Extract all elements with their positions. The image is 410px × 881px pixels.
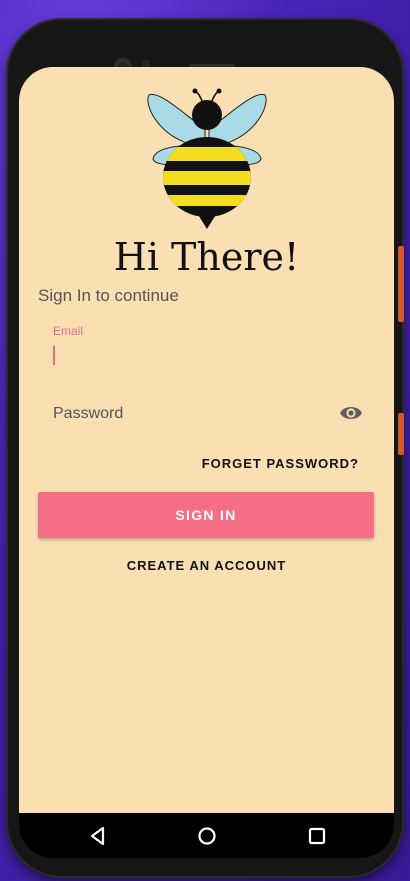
power-button — [398, 413, 404, 455]
sign-in-button[interactable]: SIGN IN — [38, 492, 374, 538]
home-circle-icon[interactable] — [196, 825, 218, 847]
android-nav-bar — [19, 813, 394, 858]
password-field[interactable] — [53, 403, 333, 425]
email-field[interactable] — [51, 344, 375, 368]
recents-square-icon[interactable] — [306, 825, 328, 847]
text-cursor — [53, 346, 55, 365]
email-field-label: Email — [53, 324, 84, 338]
page-subtitle: Sign In to continue — [38, 286, 179, 305]
create-account-link[interactable]: CREATE AN ACCOUNT — [19, 558, 394, 573]
eye-icon[interactable] — [339, 404, 363, 422]
app-screen: Hi There! Sign In to continue Email FORG… — [19, 67, 394, 813]
forget-password-link[interactable]: FORGET PASSWORD? — [199, 456, 359, 471]
page-title: Hi There! — [113, 235, 300, 279]
back-triangle-icon[interactable] — [87, 825, 109, 847]
bee-icon — [147, 88, 267, 229]
volume-button — [398, 246, 404, 322]
